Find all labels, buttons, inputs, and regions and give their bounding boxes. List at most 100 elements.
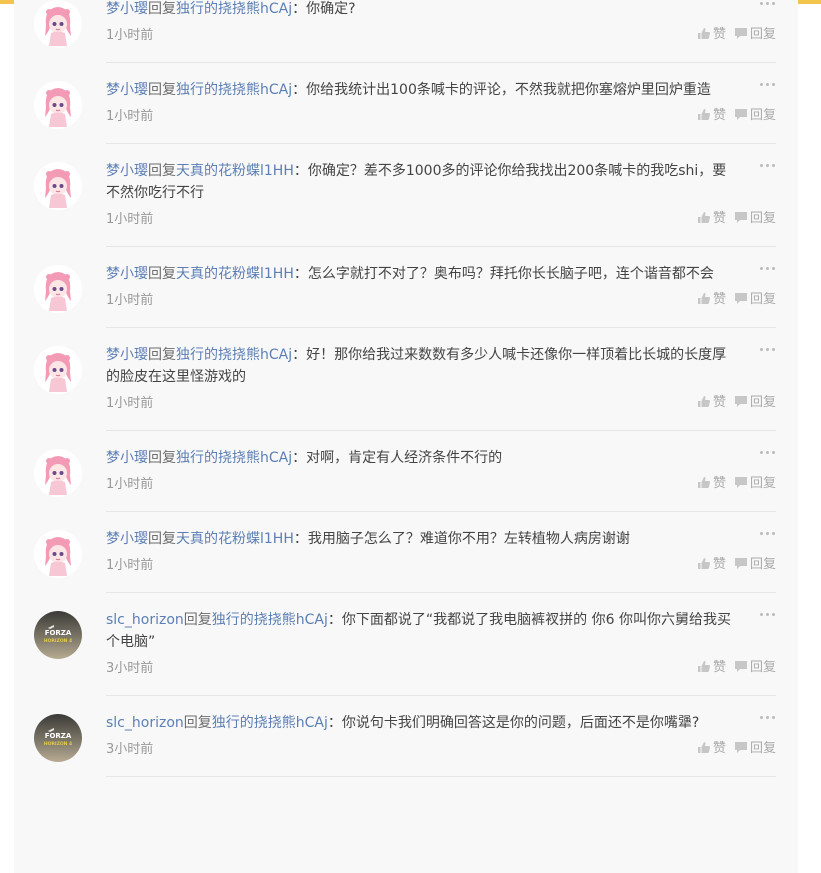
reply-word: 回复 — [148, 163, 176, 179]
comment-text: 你说句卡我们明确回答这是你的问题，后面还不是你嘴犟? — [341, 715, 700, 731]
anime-girl-avatar[interactable] — [34, 530, 82, 578]
reply-target[interactable]: 独行的挠挠熊hCAj — [212, 715, 328, 731]
like-button[interactable]: 赞 — [697, 657, 726, 679]
reply-label: 回复 — [749, 108, 776, 123]
reply-label: 回复 — [749, 557, 776, 572]
reply-target[interactable]: 独行的挠挠熊hCAj — [176, 1, 292, 17]
reply-target[interactable]: 独行的挠挠熊hCAj — [176, 82, 292, 98]
speech-bubble-icon — [734, 108, 750, 123]
like-button[interactable]: 赞 — [697, 208, 726, 230]
forza-horizon-avatar[interactable]: FORZA HORIZON 4 — [34, 714, 82, 762]
like-button[interactable]: 赞 — [697, 24, 726, 46]
reply-button[interactable]: 回复 — [734, 473, 776, 495]
reply-target[interactable]: 独行的挠挠熊hCAj — [176, 347, 292, 363]
reply-label: 回复 — [749, 395, 776, 410]
like-button[interactable]: 赞 — [697, 473, 726, 495]
more-options-icon[interactable] — [758, 162, 776, 170]
separator: ： — [293, 163, 308, 179]
reply-button[interactable]: 回复 — [734, 392, 776, 414]
reply-target[interactable]: 独行的挠挠熊hCAj — [212, 612, 328, 628]
more-options-icon[interactable] — [758, 81, 776, 89]
comment-item: 梦小璎回复独行的挠挠熊hCAj：对啊，肯定有人经济条件不行的 1小时前 赞回复 — [34, 431, 776, 512]
comment-author[interactable]: 梦小璎 — [106, 82, 148, 98]
comment-footer: 1小时前 赞 回复 — [106, 24, 776, 62]
more-options-icon[interactable] — [758, 0, 776, 8]
reply-label: 回复 — [749, 660, 776, 675]
reply-target[interactable]: 天真的花粉蝶l1HH — [176, 266, 294, 282]
reply-button[interactable]: 回复 — [734, 738, 776, 760]
speech-bubble-icon — [734, 741, 750, 756]
like-button[interactable]: 赞 — [697, 738, 726, 760]
comment-author[interactable]: 梦小璎 — [106, 266, 148, 282]
anime-girl-avatar[interactable] — [34, 265, 82, 313]
comment-time: 1小时前 — [106, 558, 154, 573]
separator: ： — [292, 1, 307, 17]
reply-target[interactable]: 天真的花粉蝶l1HH — [176, 163, 294, 179]
comment-author[interactable]: slc_horizon — [106, 715, 184, 731]
reply-label: 回复 — [749, 292, 776, 307]
more-options-icon[interactable] — [758, 346, 776, 354]
reply-label: 回复 — [749, 27, 776, 42]
separator: ： — [292, 82, 307, 98]
anime-girl-avatar[interactable] — [34, 0, 82, 48]
comment-body: 梦小璎回复天真的花粉蝶l1HH：你确定？差不多1000多的评论你给我找出200条… — [106, 144, 776, 204]
reply-button[interactable]: 回复 — [734, 105, 776, 127]
thumbs-up-icon — [697, 27, 713, 42]
comment-panel: 梦小璎回复独行的挠挠熊hCAj：你确定? 1小时前赞回复 梦小璎回复独行的挠挠熊hC… — [14, 0, 798, 873]
reply-button[interactable]: 回复 — [734, 208, 776, 230]
like-button[interactable]: 赞 — [697, 289, 726, 311]
comment-time: 1小时前 — [106, 293, 154, 308]
comment-author[interactable]: 梦小璎 — [106, 1, 148, 17]
more-options-icon[interactable] — [758, 611, 776, 619]
comment-time: 1小时前 — [106, 28, 154, 43]
reply-button[interactable]: 回复 — [734, 24, 776, 46]
comment-author[interactable]: 梦小璎 — [106, 163, 148, 179]
comment-item: 梦小璎回复天真的花粉蝶l1HH：怎么字就打不对了？奥布吗？拜托你长长脑子吧，连个… — [34, 247, 776, 328]
reply-word: 回复 — [183, 715, 212, 731]
comment-item: FORZA HORIZON 4 slc_horizon回复独行的挠挠熊hCAj：你说… — [34, 696, 776, 777]
comment-body: 梦小璎回复独行的挠挠熊hCAj：对啊，肯定有人经济条件不行的 — [106, 431, 776, 469]
comment-footer: 1小时前 赞 回复 — [106, 208, 776, 246]
reply-button[interactable]: 回复 — [734, 657, 776, 679]
more-options-icon[interactable] — [758, 714, 776, 722]
comment-author[interactable]: 梦小璎 — [106, 531, 148, 547]
anime-girl-avatar[interactable] — [34, 162, 82, 210]
reply-target[interactable]: 天真的花粉蝶l1HH — [176, 531, 294, 547]
comment-item: 梦小璎回复独行的挠挠熊hCAj：你给我统计出100条喊卡的评论，不然我就把你塞熔… — [34, 63, 776, 144]
comment-text: 你确定? — [306, 1, 356, 17]
comment-body: 梦小璎回复独行的挠挠熊hCAj：好！那你给我过来数数有多少人喊卡还像你一样顶着比… — [106, 328, 776, 388]
anime-girl-avatar[interactable] — [34, 449, 82, 497]
speech-bubble-icon — [734, 395, 750, 410]
reply-target[interactable]: 独行的挠挠熊hCAj — [176, 450, 292, 466]
reply-button[interactable]: 回复 — [734, 554, 776, 576]
comment-footer: 3小时前 赞 回复 — [106, 738, 776, 776]
comment-actions: 赞 回复 — [689, 392, 776, 414]
like-button[interactable]: 赞 — [697, 554, 726, 576]
speech-bubble-icon — [734, 27, 750, 42]
comment-body: 梦小璎回复独行的挠挠熊hCAj：你给我统计出100条喊卡的评论，不然我就把你塞熔… — [106, 63, 776, 101]
forza-logo-subtitle: HORIZON 4 — [44, 638, 72, 644]
comment-author[interactable]: 梦小璎 — [106, 450, 148, 466]
reply-button[interactable]: 回复 — [734, 289, 776, 311]
speech-bubble-icon — [734, 292, 750, 307]
like-label: 赞 — [712, 476, 726, 491]
anime-girl-avatar[interactable] — [34, 346, 82, 394]
forza-logo-title: FORZA — [45, 629, 72, 637]
anime-girl-avatar[interactable] — [34, 81, 82, 129]
reply-label: 回复 — [749, 211, 776, 226]
more-options-icon[interactable] — [758, 530, 776, 538]
comment-footer: 3小时前 赞 回复 — [106, 657, 776, 695]
comment-author[interactable]: slc_horizon — [106, 612, 184, 628]
reply-label: 回复 — [749, 741, 776, 756]
more-options-icon[interactable] — [758, 265, 776, 273]
forza-logo-title: FORZA — [45, 732, 72, 740]
reply-word: 回复 — [148, 1, 176, 17]
speech-bubble-icon — [734, 211, 750, 226]
comment-time: 1小时前 — [106, 477, 154, 492]
forza-horizon-avatar[interactable]: FORZA HORIZON 4 — [34, 611, 82, 659]
comment-author[interactable]: 梦小璎 — [106, 347, 148, 363]
like-button[interactable]: 赞 — [697, 392, 726, 414]
thumbs-up-icon — [697, 741, 713, 756]
like-button[interactable]: 赞 — [697, 105, 726, 127]
more-options-icon[interactable] — [758, 449, 776, 457]
